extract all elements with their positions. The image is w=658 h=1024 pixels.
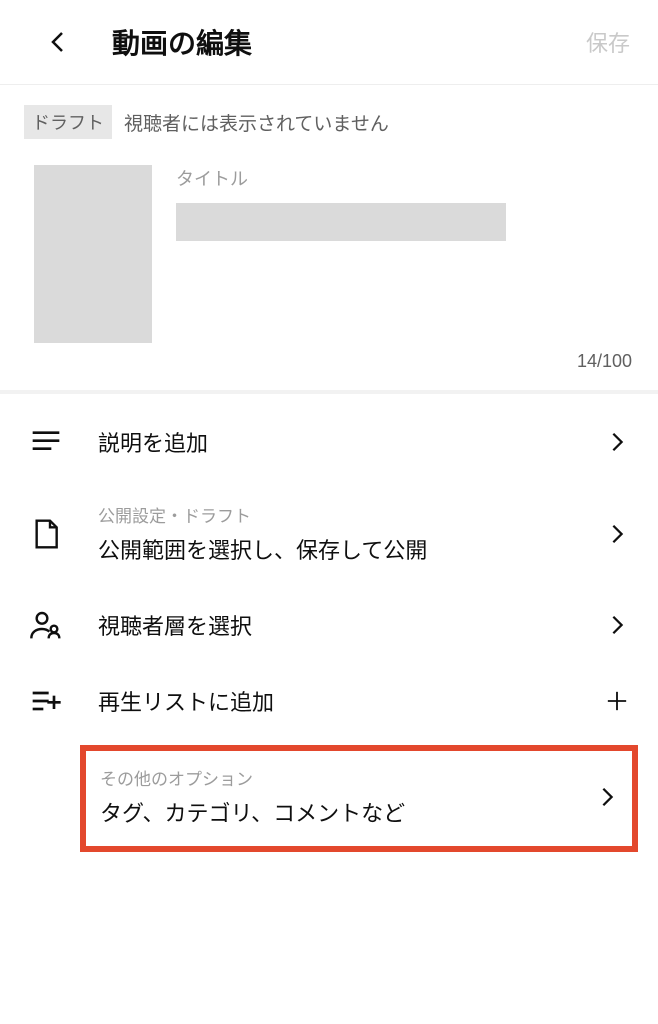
menu-label: 説明を追加 [98, 426, 606, 458]
menu-label: 再生リストに追加 [98, 685, 606, 717]
menu-add-playlist[interactable]: 再生リストに追加 [0, 663, 658, 739]
header: 動画の編集 保存 [0, 0, 658, 85]
save-button[interactable]: 保存 [586, 26, 630, 58]
page-title: 動画の編集 [112, 22, 586, 62]
title-input[interactable] [176, 203, 506, 241]
playlist-add-icon [30, 685, 62, 717]
status-row: ドラフト 視聴者には表示されていません [0, 85, 658, 145]
title-section: タイトル [0, 145, 658, 351]
menu-sublabel: 公開設定・ドラフト [98, 502, 606, 527]
chevron-right-icon [606, 614, 628, 636]
menu-label: 公開範囲を選択し、保存して公開 [98, 533, 606, 565]
menu-audience[interactable]: 視聴者層を選択 [0, 587, 658, 663]
draft-badge: ドラフト [24, 105, 112, 139]
status-text: 視聴者には表示されていません [124, 109, 389, 136]
menu-other-options[interactable]: その他のオプション タグ、カテゴリ、コメントなど [80, 745, 638, 852]
title-label: タイトル [176, 165, 630, 191]
menu-list: 説明を追加 公開設定・ドラフト 公開範囲を選択し、保存して公開 視聴者層を選択 [0, 394, 658, 852]
page-icon [30, 518, 62, 550]
menu-sublabel: その他のオプション [100, 765, 576, 790]
plus-icon [606, 690, 628, 712]
audience-icon [30, 609, 62, 641]
char-counter: 14/100 [0, 351, 658, 394]
back-icon[interactable] [46, 30, 70, 54]
menu-add-description[interactable]: 説明を追加 [0, 404, 658, 480]
menu-label: タグ、カテゴリ、コメントなど [100, 796, 576, 828]
chevron-right-icon [606, 523, 628, 545]
chevron-right-icon [596, 786, 618, 808]
video-thumbnail[interactable] [34, 165, 152, 343]
menu-publish-settings[interactable]: 公開設定・ドラフト 公開範囲を選択し、保存して公開 [0, 480, 658, 587]
chevron-right-icon [606, 431, 628, 453]
menu-label: 視聴者層を選択 [98, 609, 606, 641]
description-icon [30, 426, 62, 458]
